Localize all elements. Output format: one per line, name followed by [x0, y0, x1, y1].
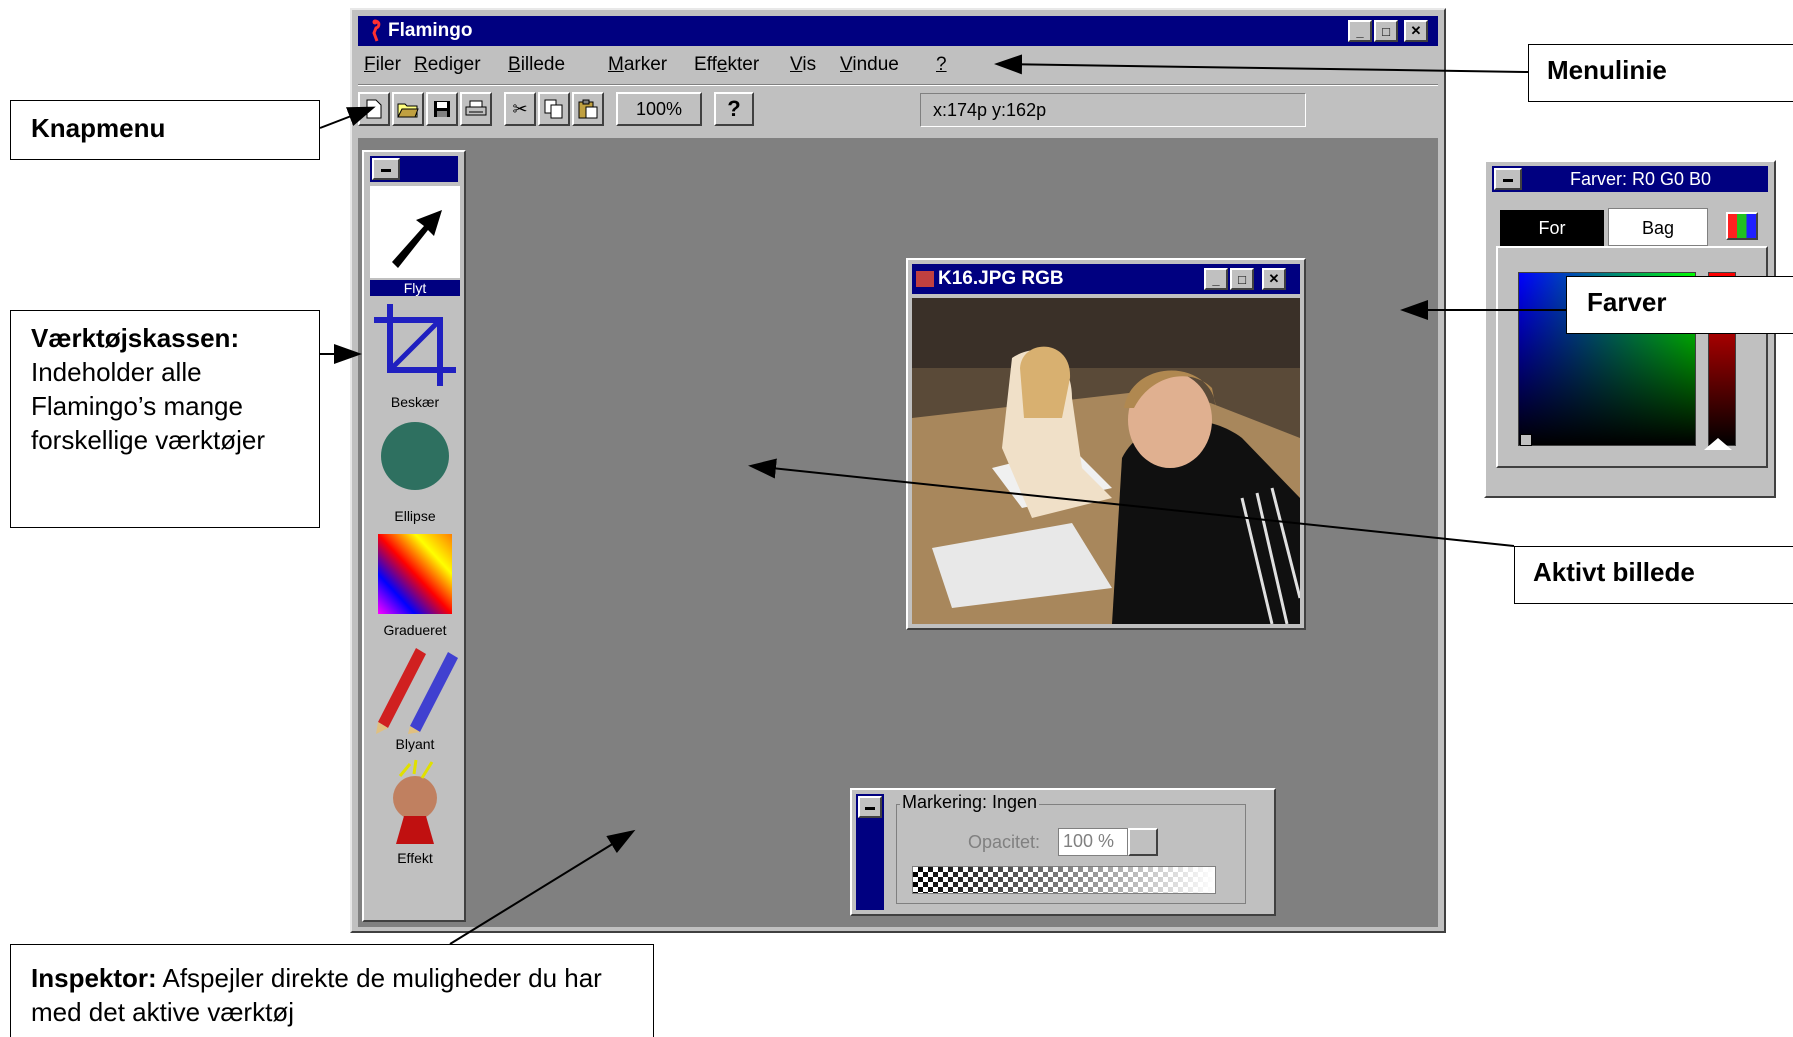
tool-label-blyant: Blyant	[395, 736, 435, 752]
menu-bar: Filer Rediger Billede Marker Effekter Vi…	[358, 50, 1438, 80]
image-minimize-button[interactable]: _	[1204, 268, 1228, 290]
pencil-icon	[376, 648, 458, 734]
tool-label-flyt: Flyt	[370, 280, 460, 296]
tool-flyt[interactable]	[370, 186, 460, 278]
colors-title-bar[interactable]: Farver: R0 G0 B0	[1492, 166, 1768, 192]
tool-beskaer[interactable]	[370, 300, 460, 392]
crop-icon	[374, 304, 456, 386]
opacity-input[interactable]: 100 %	[1058, 828, 1128, 856]
move-arrow-icon	[392, 210, 442, 268]
inspector-group-label: Markering: Ingen	[900, 792, 1040, 813]
callout-inspektor: Inspektor: Afspejler direkte de mulighed…	[10, 944, 654, 1037]
menu-effekter[interactable]: Effekter	[694, 54, 759, 76]
menu-filer[interactable]: Filer	[364, 54, 401, 76]
toolbox: ▬ Flyt Beskær Ellipse Gradueret Blyant E…	[362, 150, 466, 922]
tool-blyant[interactable]	[370, 642, 460, 734]
minimize-button[interactable]: _	[1348, 20, 1372, 42]
menu-vis[interactable]: Vis	[790, 54, 816, 76]
toolbox-collapse-button[interactable]: ▬	[372, 158, 400, 180]
menu-marker[interactable]: Marker	[608, 54, 667, 76]
flamingo-doc-icon	[916, 271, 934, 287]
inspector-window[interactable]: ▬ Markering: Ingen Opacitet: 100 %	[850, 788, 1276, 916]
toolbar: ✂ 100% ? x:174p y:162p	[358, 90, 1438, 130]
coordinate-readout: x:174p y:162p	[920, 93, 1306, 127]
opacity-gradient-bar	[912, 866, 1216, 894]
colors-title: Farver: R0 G0 B0	[1570, 169, 1712, 189]
callout-menulinie: Menulinie	[1528, 44, 1793, 102]
tab-back-color[interactable]: Bag	[1608, 208, 1708, 246]
image-maximize-button[interactable]: □	[1230, 268, 1254, 290]
new-document-icon[interactable]	[358, 92, 390, 126]
save-disk-icon[interactable]	[426, 92, 458, 126]
menu-divider	[358, 84, 1438, 86]
tool-label-effekt: Effekt	[397, 850, 433, 866]
menu-help[interactable]: ?	[936, 54, 947, 76]
close-button[interactable]: ✕	[1404, 20, 1428, 42]
menu-rediger[interactable]: Rediger	[414, 54, 481, 76]
image-close-button[interactable]: ✕	[1262, 268, 1286, 290]
app-window: Flamingo _ □ ✕ Filer Rediger Billede Mar…	[350, 8, 1776, 933]
print-icon[interactable]	[460, 92, 492, 126]
menu-vindue[interactable]: Vindue	[840, 54, 899, 76]
open-folder-icon[interactable]	[392, 92, 424, 126]
gradient-icon	[378, 534, 452, 614]
tab-fore-color[interactable]: For	[1500, 210, 1604, 246]
image-title: K16.JPG RGB	[938, 268, 1064, 289]
maximize-button[interactable]: □	[1374, 20, 1398, 42]
window-title: Flamingo	[388, 20, 473, 41]
callout-farver: Farver	[1566, 276, 1793, 334]
cut-scissors-icon[interactable]: ✂	[504, 92, 536, 126]
colors-collapse-button[interactable]: ▬	[1494, 168, 1522, 190]
ellipse-icon	[381, 422, 449, 490]
copy-icon[interactable]	[538, 92, 570, 126]
callout-aktivt-billede: Aktivt billede	[1514, 546, 1793, 604]
image-window[interactable]: K16.JPG RGB _ □ ✕	[906, 258, 1306, 630]
callout-knapmenu: Knapmenu	[10, 100, 320, 160]
tool-effekt[interactable]	[370, 756, 460, 848]
paste-icon[interactable]	[572, 92, 604, 126]
opacity-stepper[interactable]	[1128, 828, 1158, 856]
image-title-bar[interactable]: K16.JPG RGB _ □ ✕	[912, 264, 1300, 294]
inspector-collapse-button[interactable]: ▬	[858, 796, 882, 818]
classroom-photo	[912, 298, 1300, 624]
menu-billede[interactable]: Billede	[508, 54, 565, 76]
tool-label-gradueret: Gradueret	[383, 622, 447, 638]
callout-vaerktojskassen: Værktøjskassen: Indeholder alle Flamingo’…	[10, 310, 320, 528]
help-button[interactable]: ?	[714, 92, 754, 126]
effect-icon	[393, 759, 437, 844]
title-bar[interactable]: Flamingo _ □ ✕	[358, 16, 1438, 46]
tool-label-ellipse: Ellipse	[394, 508, 436, 524]
zoom-button[interactable]: 100%	[616, 92, 702, 126]
color-mode-icon[interactable]	[1726, 212, 1758, 240]
tool-label-beskaer: Beskær	[390, 394, 440, 410]
flamingo-logo-icon	[364, 19, 384, 43]
opacity-label: Opacitet:	[968, 832, 1041, 852]
photo-canvas[interactable]	[912, 298, 1300, 624]
tool-gradueret[interactable]	[370, 528, 460, 620]
tool-ellipse[interactable]	[370, 414, 460, 506]
color-field-handle[interactable]	[1520, 434, 1532, 446]
red-slider-thumb[interactable]	[1704, 438, 1732, 450]
